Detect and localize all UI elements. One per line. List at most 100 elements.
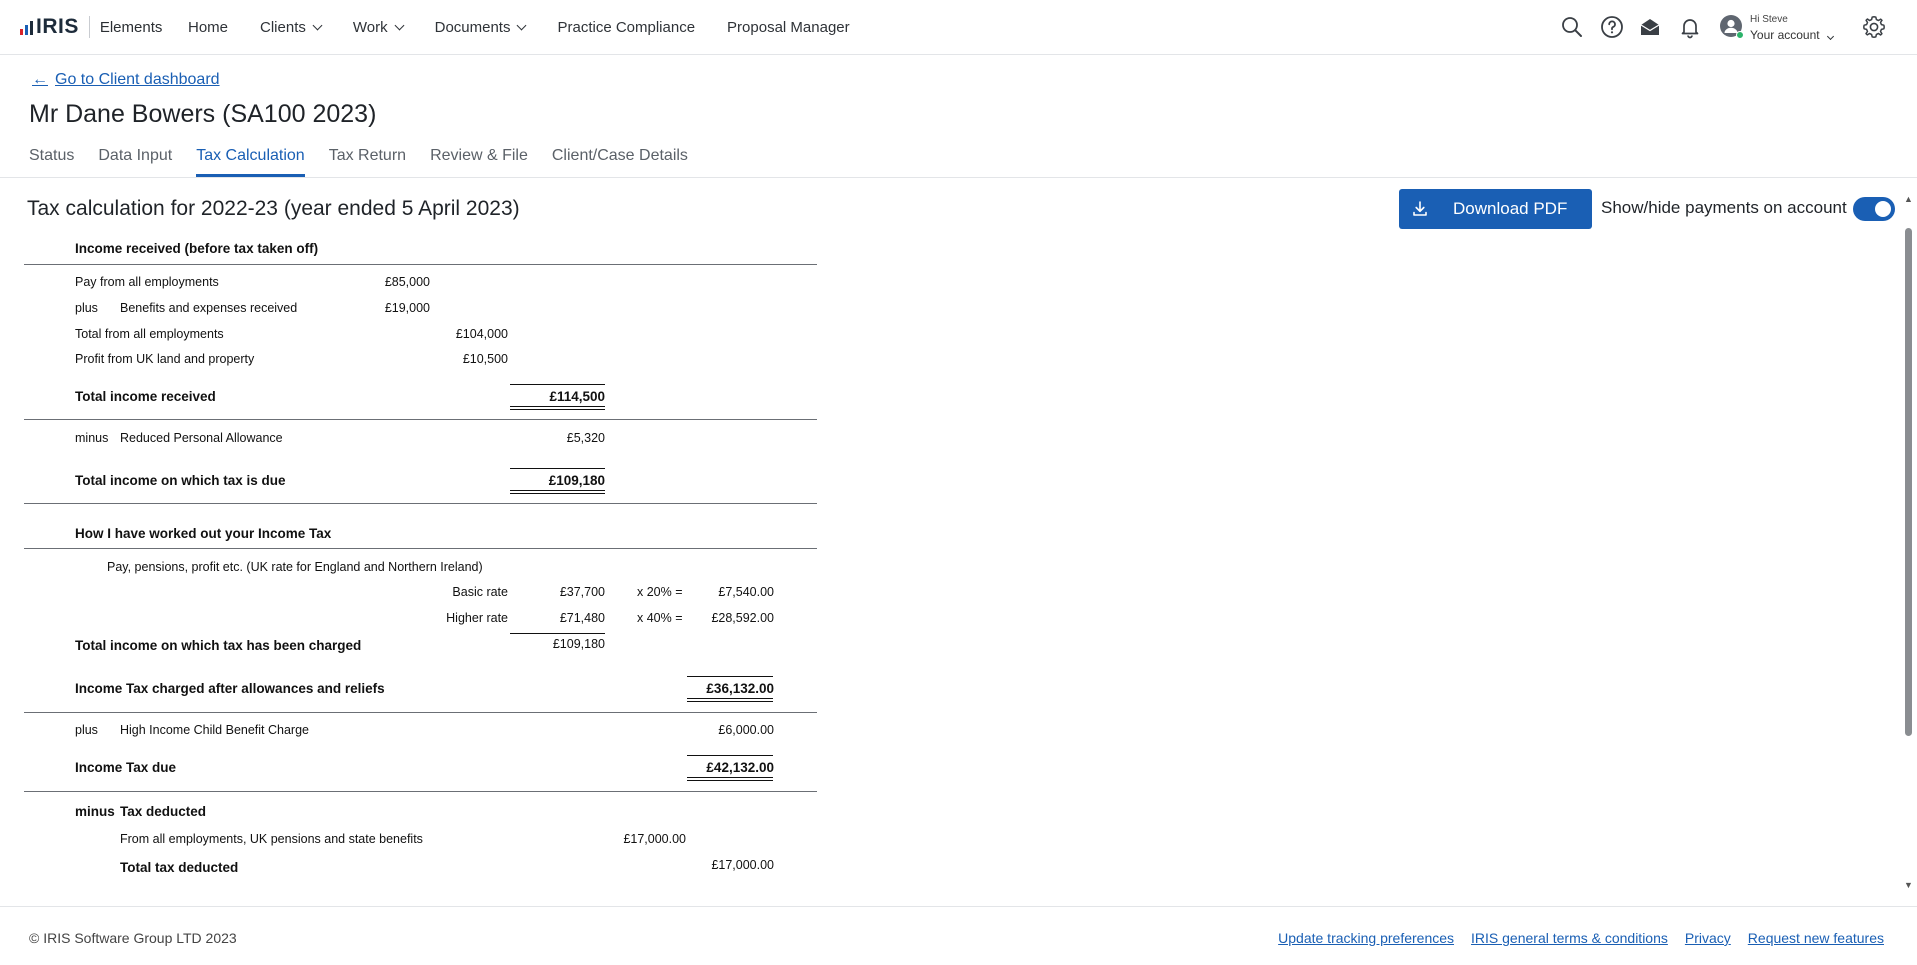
settings-icon[interactable] <box>1862 15 1886 39</box>
payments-on-account-toggle[interactable] <box>1853 197 1895 221</box>
tab-label: Status <box>29 147 75 164</box>
download-pdf-button[interactable]: Download PDF <box>1399 189 1592 229</box>
after-allowances-value: £36,132.00 <box>706 681 774 696</box>
subtotal-line <box>687 755 773 756</box>
nav-work[interactable]: Work <box>352 19 405 36</box>
total-employments-label: Total from all employments <box>75 327 224 341</box>
subtotal-line <box>510 633 605 634</box>
account-label: Your account <box>1750 28 1820 42</box>
tax-calculation-title: Tax calculation for 2022-23 (year ended … <box>27 197 520 220</box>
double-underline <box>510 406 605 407</box>
top-navigation-bar: IRIS Elements Home Clients Work Document… <box>0 0 1917 55</box>
plus-word: plus <box>75 301 98 315</box>
nav-work-label: Work <box>352 19 388 36</box>
chevron-down-icon <box>517 20 527 31</box>
worked-heading: How I have worked out your Income Tax <box>75 526 332 541</box>
tab-label: Review & File <box>430 147 528 164</box>
basic-rate-tax: £7,540.00 <box>718 585 774 599</box>
total-income-label: Total income received <box>75 389 216 404</box>
footer-link-terms[interactable]: IRIS general terms & conditions <box>1471 930 1668 946</box>
nav-practice-compliance-label: Practice Compliance <box>557 19 696 36</box>
higher-rate-label: Higher rate <box>446 611 508 625</box>
footer-link-privacy[interactable]: Privacy <box>1685 930 1731 946</box>
account-greeting: Hi Steve <box>1750 14 1788 25</box>
account-menu[interactable]: Hi Steve Your account <box>1720 12 1850 44</box>
search-icon[interactable] <box>1560 15 1584 39</box>
plus-word: plus <box>75 723 98 737</box>
minus-word: minus <box>75 431 109 445</box>
payments-toggle-label: Show/hide payments on account <box>1601 198 1847 217</box>
footer-divider <box>0 906 1917 907</box>
section-divider <box>24 503 817 504</box>
tab-review-file[interactable]: Review & File <box>430 145 528 177</box>
logo-bars-icon <box>20 19 33 35</box>
tax-due-label: Income Tax due <box>75 760 177 775</box>
footer-link-request-features[interactable]: Request new features <box>1748 930 1884 946</box>
income-heading: Income received (before tax taken off) <box>75 241 319 256</box>
footer-link-tracking[interactable]: Update tracking preferences <box>1278 930 1454 946</box>
footer-links: Update tracking preferences IRIS general… <box>1261 930 1884 946</box>
tab-tax-return[interactable]: Tax Return <box>329 145 406 177</box>
scroll-down-arrow-icon[interactable]: ▼ <box>1904 880 1913 890</box>
deducted-row-value: £17,000.00 <box>623 832 686 846</box>
deducted-minus-word: minus <box>75 804 115 819</box>
property-value: £10,500 <box>462 352 508 366</box>
download-icon <box>1413 201 1427 216</box>
pay-value: £85,000 <box>384 275 430 289</box>
page-title: Mr Dane Bowers (SA100 2023) <box>29 100 377 128</box>
after-allowances-label: Income Tax charged after allowances and … <box>75 681 385 696</box>
double-underline <box>510 409 605 410</box>
taxable-label: Total income on which tax is due <box>75 473 286 488</box>
tax-due-value: £42,132.00 <box>706 760 774 775</box>
tab-label: Data Input <box>98 147 173 164</box>
nav-home-label: Home <box>188 19 229 36</box>
nav-documents[interactable]: Documents <box>434 19 527 36</box>
section-divider <box>24 548 817 549</box>
rate-note: Pay, pensions, profit etc. (UK rate for … <box>107 560 483 574</box>
double-underline <box>687 780 773 781</box>
chevron-down-icon <box>1826 32 1834 41</box>
benefits-value: £19,000 <box>384 301 430 315</box>
nav-documents-label: Documents <box>434 19 511 36</box>
double-underline <box>687 777 773 778</box>
scrollbar-thumb[interactable] <box>1905 228 1912 736</box>
tab-label: Tax Return <box>328 147 407 164</box>
higher-rate-amount: £71,480 <box>559 611 605 625</box>
nav-home[interactable]: Home <box>188 19 228 36</box>
bell-icon[interactable] <box>1678 15 1702 39</box>
help-icon[interactable] <box>1600 15 1624 39</box>
back-to-dashboard-link[interactable]: ← Go to Client dashboard <box>32 71 220 89</box>
online-status-dot <box>1736 31 1744 39</box>
logo-text: IRIS <box>36 15 79 38</box>
double-underline <box>510 493 605 494</box>
nav-clients[interactable]: Clients <box>260 19 323 36</box>
deducted-heading: Tax deducted <box>120 804 207 819</box>
nav-practice-compliance[interactable]: Practice Compliance <box>557 19 695 36</box>
double-underline <box>687 701 773 702</box>
basic-rate-amount: £37,700 <box>559 585 605 599</box>
account-label-row: Your account <box>1750 28 1834 42</box>
total-deducted-label: Total tax deducted <box>120 860 239 875</box>
tab-label: Client/Case Details <box>551 147 688 164</box>
logo-divider <box>88 16 90 38</box>
mail-icon[interactable] <box>1638 15 1662 39</box>
benefits-label: Benefits and expenses received <box>120 301 298 315</box>
basic-rate-label: Basic rate <box>452 585 508 599</box>
total-income-value: £114,500 <box>549 389 605 404</box>
iris-logo[interactable]: IRIS Elements <box>20 15 162 39</box>
pay-label: Pay from all employments <box>75 275 219 289</box>
tabs-divider <box>0 177 1917 178</box>
tab-tax-calculation[interactable]: Tax Calculation <box>196 145 305 177</box>
tab-data-input[interactable]: Data Input <box>98 145 172 177</box>
higher-rate-tax: £28,592.00 <box>711 611 774 625</box>
toggle-knob <box>1875 201 1891 217</box>
nav-proposal-manager[interactable]: Proposal Manager <box>727 19 850 36</box>
scroll-up-arrow-icon[interactable]: ▲ <box>1904 194 1913 204</box>
tab-client-case-details[interactable]: Client/Case Details <box>552 145 688 177</box>
double-underline <box>510 490 605 491</box>
main-nav: Home Clients Work Documents Practice Com… <box>188 0 882 55</box>
double-underline <box>687 698 773 699</box>
tab-status[interactable]: Status <box>29 145 74 177</box>
total-employments-value: £104,000 <box>455 327 508 341</box>
taxable-value: £109,180 <box>548 473 605 488</box>
